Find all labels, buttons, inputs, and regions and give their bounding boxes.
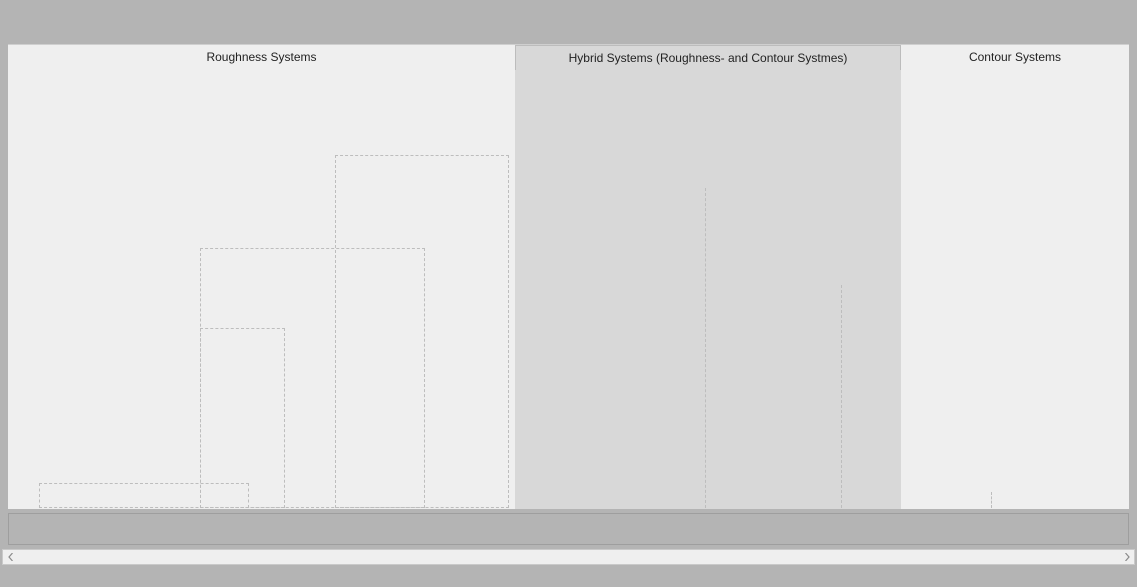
placeholder-box bbox=[991, 492, 992, 508]
scroll-left-arrow-icon[interactable] bbox=[3, 550, 18, 564]
tab-hybrid-systems[interactable]: Hybrid Systems (Roughness- and Contour S… bbox=[515, 45, 901, 70]
app-window: Roughness Systems Hybrid Systems (Roughn… bbox=[0, 0, 1137, 587]
placeholder-box bbox=[39, 483, 249, 508]
category-tabs: Roughness Systems Hybrid Systems (Roughn… bbox=[8, 45, 1129, 70]
placeholder-box bbox=[841, 285, 842, 508]
tab-contour-systems[interactable]: Contour Systems bbox=[901, 45, 1129, 70]
horizontal-scrollbar[interactable] bbox=[2, 549, 1135, 565]
placeholder-box bbox=[200, 328, 285, 508]
tab-roughness-systems[interactable]: Roughness Systems bbox=[8, 45, 515, 70]
scroll-right-arrow-icon[interactable] bbox=[1119, 550, 1134, 564]
content-frame: Roughness Systems Hybrid Systems (Roughn… bbox=[8, 44, 1129, 509]
status-bar bbox=[8, 513, 1129, 545]
scroll-thumb[interactable] bbox=[18, 552, 1119, 562]
tab-content-pane bbox=[8, 70, 1129, 509]
selected-tab-column bbox=[515, 70, 901, 509]
menubar bbox=[8, 23, 1129, 44]
placeholder-box bbox=[705, 188, 706, 508]
window-bottom-margin bbox=[0, 566, 1137, 587]
